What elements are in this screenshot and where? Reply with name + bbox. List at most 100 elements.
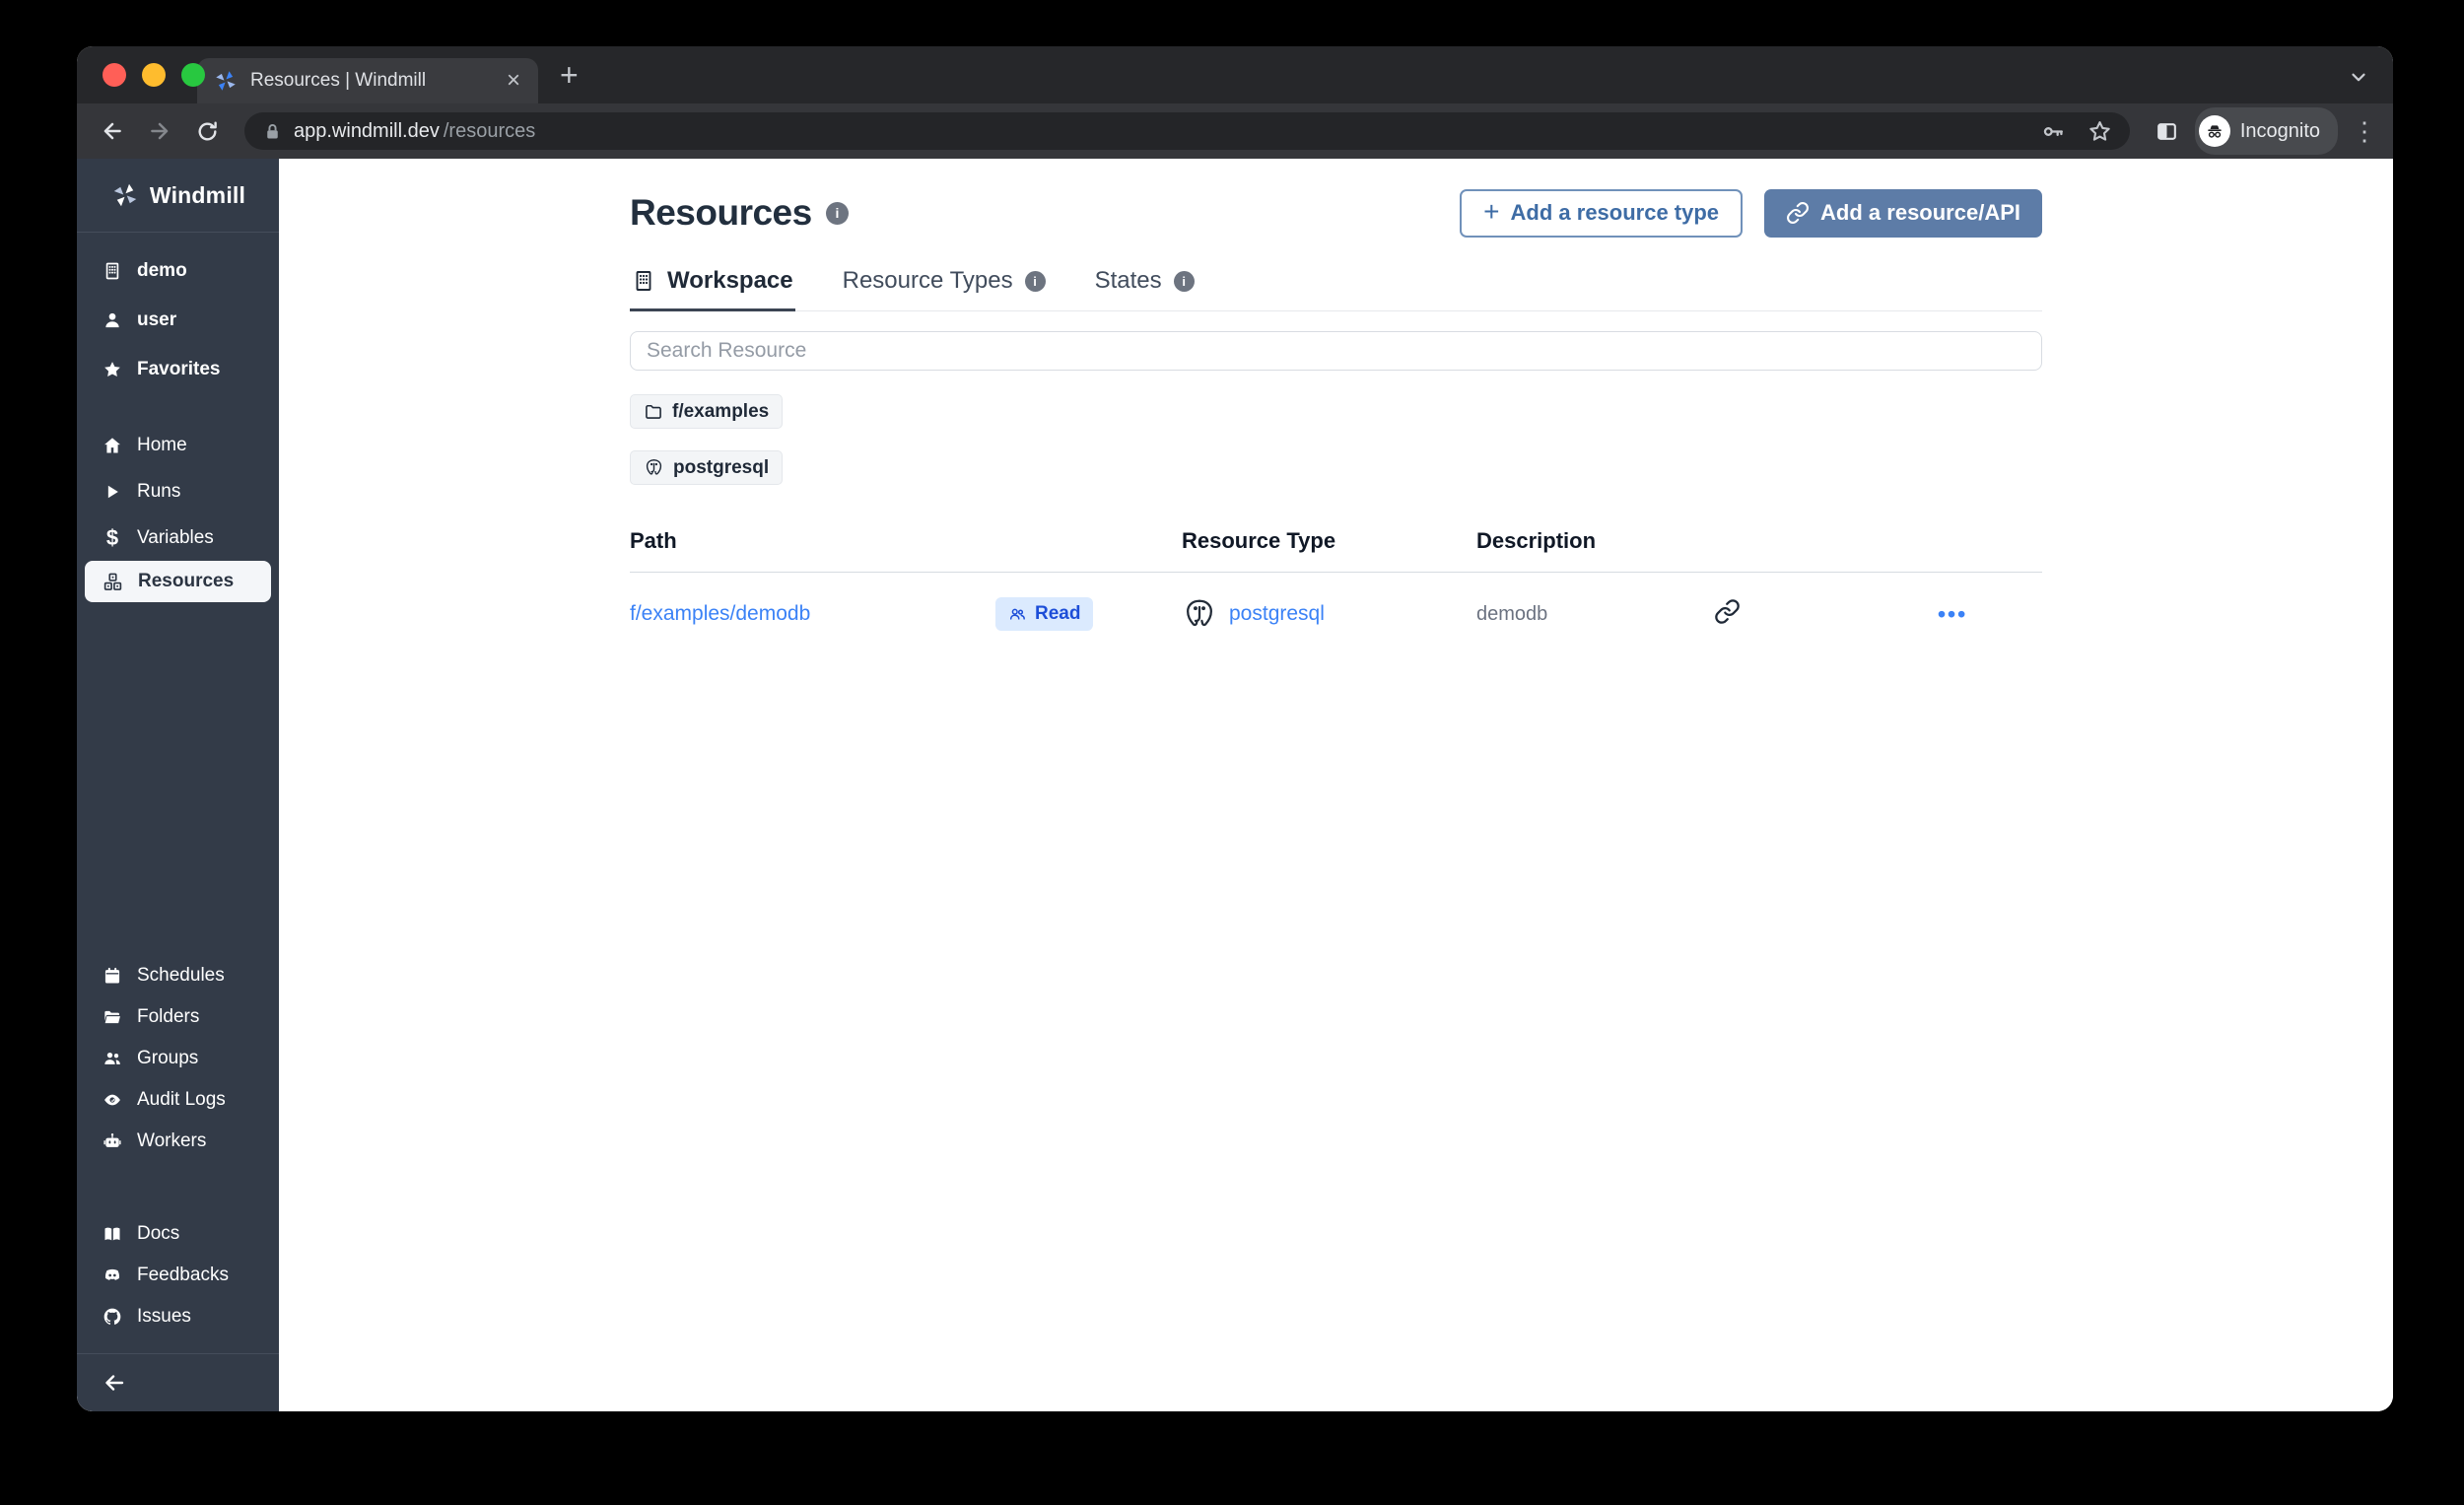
browser-toolbar: app.windmill.dev/resources Incognito ⋮	[77, 103, 2393, 159]
browser-tab[interactable]: Resources | Windmill ×	[197, 58, 538, 103]
new-tab-button[interactable]: +	[560, 59, 579, 91]
sidebar-item-label: Feedbacks	[137, 1265, 229, 1286]
url-bar[interactable]: app.windmill.dev/resources	[244, 112, 2130, 150]
info-icon[interactable]: i	[826, 202, 849, 225]
sidebar-item-home[interactable]: Home	[77, 422, 279, 468]
add-resource-type-button[interactable]: + Add a resource type	[1460, 189, 1743, 238]
sidebar-item-label: Runs	[137, 481, 180, 503]
sidebar-item-user[interactable]: user	[77, 296, 279, 345]
windmill-pinwheel-icon	[110, 180, 140, 210]
book-icon	[103, 1224, 122, 1244]
sidebar-item-label: Folders	[137, 1006, 199, 1028]
windmill-logo[interactable]: Windmill	[77, 159, 279, 233]
building-icon	[632, 269, 655, 293]
browser-window: Resources | Windmill × + app.windmill.de…	[77, 46, 2393, 1411]
tab-title: Resources | Windmill	[250, 70, 491, 92]
sidebar-item-favorites[interactable]: Favorites	[77, 345, 279, 394]
sidebar-item-label: Home	[137, 435, 187, 456]
password-key-icon[interactable]	[2041, 119, 2066, 144]
bookmark-star-icon[interactable]	[2088, 119, 2112, 144]
sidebar-item-feedbacks[interactable]: Feedbacks	[77, 1255, 279, 1296]
postgresql-icon	[644, 457, 664, 478]
row-menu-icon[interactable]: •••	[1938, 601, 2042, 628]
sidebar-item-label: Resources	[138, 571, 234, 592]
tab-search-chevron-icon[interactable]	[2348, 66, 2369, 93]
close-window-button[interactable]	[103, 63, 126, 87]
calendar-icon	[103, 966, 122, 986]
column-header-resource-type: Resource Type	[1182, 528, 1476, 554]
info-icon[interactable]: i	[1174, 271, 1195, 292]
sidebar-item-issues[interactable]: Issues	[77, 1296, 279, 1337]
info-icon[interactable]: i	[1025, 271, 1046, 292]
tab-strip: Resources | Windmill × +	[77, 46, 2393, 103]
arrow-left-icon	[103, 1371, 126, 1395]
resource-path-link[interactable]: f/examples/demodb	[630, 602, 810, 625]
sidebar-item-workspace-demo[interactable]: demo	[77, 246, 279, 296]
add-resource-type-label: Add a resource type	[1511, 200, 1720, 226]
building-icon	[103, 261, 122, 281]
groups-icon	[103, 1049, 122, 1068]
column-header-path: Path	[630, 528, 995, 554]
zoom-window-button[interactable]	[181, 63, 205, 87]
table-row: f/examples/demodb Read postgresql demodb	[630, 573, 2042, 655]
tab-states[interactable]: States i	[1093, 267, 1197, 310]
sidebar-item-label: Workers	[137, 1130, 206, 1152]
resource-type-cell[interactable]: postgresql	[1182, 596, 1476, 632]
url-host: app.windmill.dev	[294, 120, 440, 143]
sidebar-item-label: demo	[137, 260, 187, 282]
table-header: Path Resource Type Description	[630, 528, 2042, 573]
sidebar-item-label: Variables	[137, 527, 214, 549]
dollar-icon: $	[103, 525, 122, 551]
sidebar-item-label: Docs	[137, 1223, 179, 1245]
filter-chip-resource-type[interactable]: postgresql	[630, 450, 783, 485]
side-panel-icon[interactable]	[2148, 111, 2187, 151]
github-icon	[103, 1307, 122, 1327]
user-icon	[103, 310, 122, 330]
windmill-favicon	[213, 68, 239, 94]
incognito-badge: Incognito	[2195, 107, 2338, 155]
resource-description: demodb	[1476, 603, 1714, 626]
tab-label: Resource Types	[843, 267, 1013, 295]
sidebar-item-groups[interactable]: Groups	[77, 1038, 279, 1079]
traffic-lights	[103, 63, 205, 87]
filter-chip-folder[interactable]: f/examples	[630, 394, 783, 429]
search-input[interactable]	[630, 331, 2042, 371]
sidebar-item-docs[interactable]: Docs	[77, 1213, 279, 1255]
sidebar-item-label: Schedules	[137, 965, 225, 987]
users-icon	[1008, 605, 1027, 624]
permission-label: Read	[1035, 603, 1080, 625]
link-icon	[1786, 201, 1810, 225]
collapse-sidebar-button[interactable]	[77, 1353, 279, 1411]
robot-icon	[103, 1131, 122, 1151]
sidebar-item-audit-logs[interactable]: Audit Logs	[77, 1079, 279, 1121]
minimize-window-button[interactable]	[142, 63, 166, 87]
add-resource-api-button[interactable]: Add a resource/API	[1764, 189, 2042, 238]
tab-workspace[interactable]: Workspace	[630, 267, 795, 310]
folder-icon	[644, 402, 663, 422]
lock-icon	[262, 121, 283, 142]
sidebar-item-resources[interactable]: Resources	[85, 561, 271, 602]
reload-icon[interactable]	[187, 111, 227, 151]
sidebar-item-schedules[interactable]: Schedules	[77, 955, 279, 996]
close-tab-icon[interactable]: ×	[503, 69, 524, 93]
forward-icon[interactable]	[140, 111, 179, 151]
page-title: Resources i	[630, 192, 849, 234]
sidebar-item-runs[interactable]: Runs	[77, 468, 279, 514]
logo-text: Windmill	[150, 182, 245, 209]
app-content: Windmill demo user Favorites	[77, 159, 2393, 1411]
sidebar-item-variables[interactable]: $ Variables	[77, 514, 279, 561]
back-icon[interactable]	[93, 111, 132, 151]
discord-icon	[103, 1266, 122, 1285]
tab-resource-types[interactable]: Resource Types i	[841, 267, 1048, 310]
browser-menu-icon[interactable]: ⋮	[2352, 116, 2377, 147]
sidebar-item-folders[interactable]: Folders	[77, 996, 279, 1038]
sidebar-item-label: Groups	[137, 1048, 198, 1069]
sidebar-item-label: Issues	[137, 1306, 191, 1328]
sidebar-item-workers[interactable]: Workers	[77, 1121, 279, 1162]
sidebar-item-label: Favorites	[137, 359, 220, 380]
home-icon	[103, 436, 122, 455]
url-path: /resources	[444, 120, 535, 143]
add-resource-api-label: Add a resource/API	[1820, 200, 2020, 226]
resource-type-link[interactable]: postgresql	[1229, 602, 1325, 626]
copy-link-icon[interactable]	[1714, 598, 1938, 631]
